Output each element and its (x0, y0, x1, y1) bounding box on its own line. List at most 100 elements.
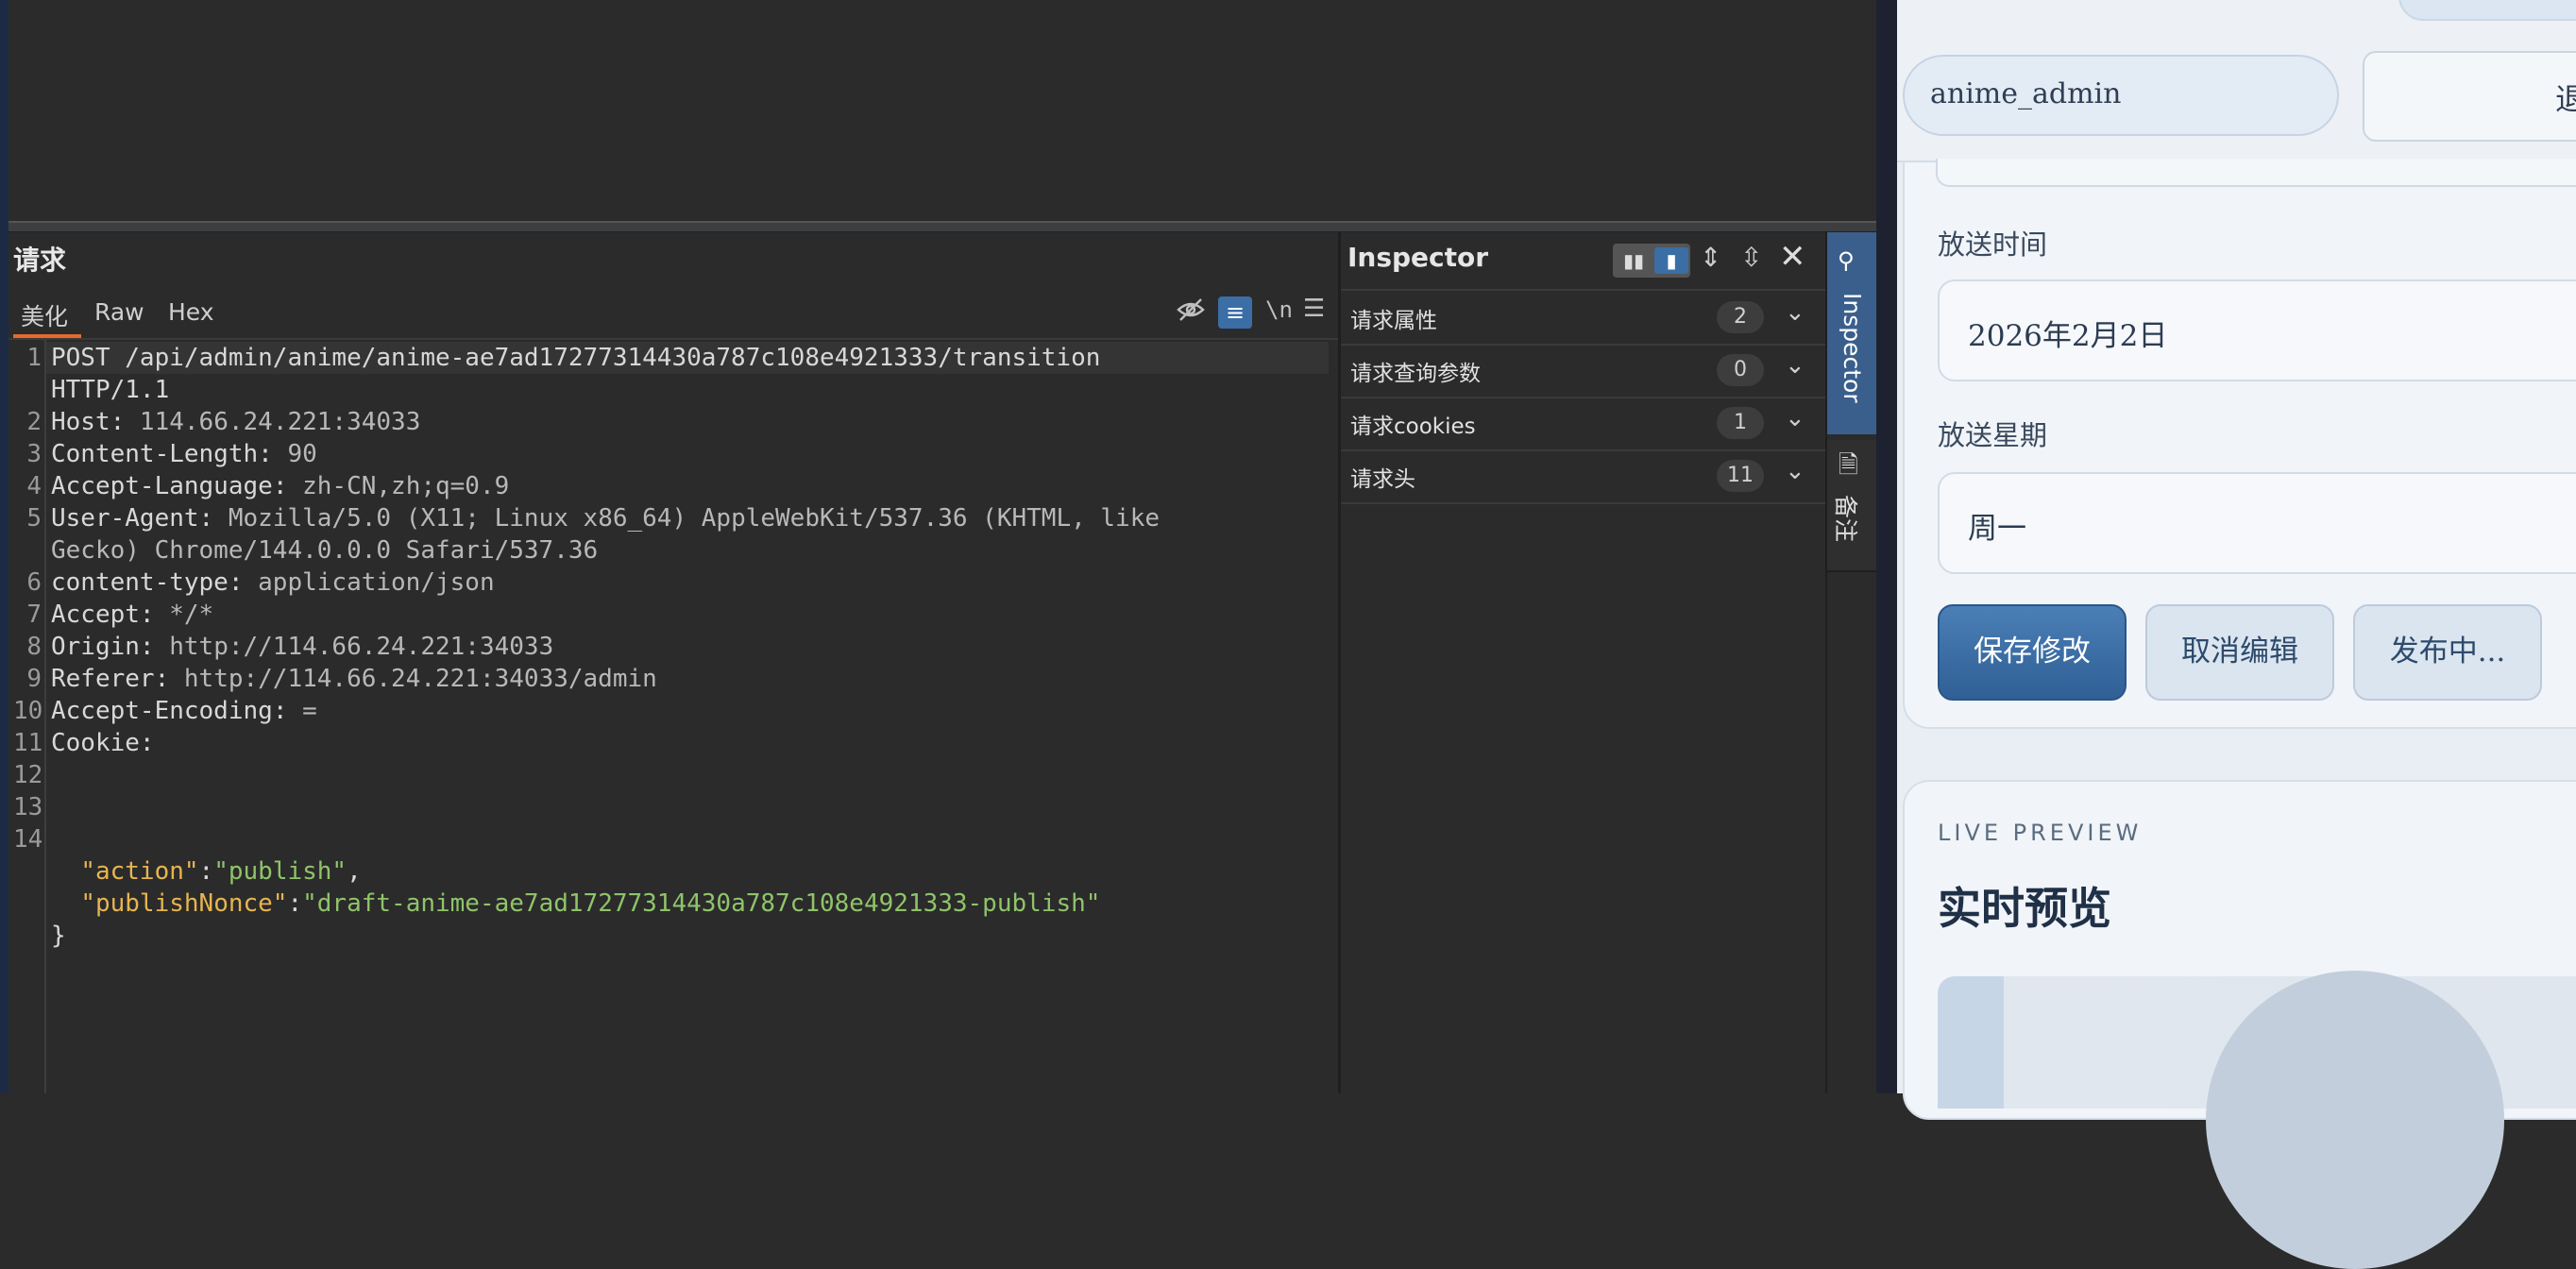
collapse-all-icon[interactable]: ⇳ (1740, 242, 1762, 273)
window-edge (0, 0, 8, 1093)
chevron-down-icon[interactable]: ⌄ (1785, 351, 1805, 380)
menu-icon[interactable]: ☰ (1303, 295, 1325, 323)
air-weekday-label: 放送星期 (1938, 419, 2048, 451)
panel-splitter[interactable] (8, 221, 1876, 232)
document-icon: 🗎 (1839, 451, 1858, 480)
header-line-wrap[interactable]: Gecko) Chrome/144.0.0.0 Safari/537.36 (51, 534, 598, 567)
header-name: Referer (51, 665, 155, 693)
chevron-down-icon[interactable]: ⌄ (1785, 298, 1805, 327)
header-line[interactable]: Accept-Language: zh-CN,zh;q=0.9 (51, 470, 509, 502)
line-number: 3 (26, 440, 42, 468)
header-name: Host (51, 408, 110, 436)
header-name: Origin (51, 633, 140, 661)
inspector-row-label: 请求查询参数 (1350, 362, 1481, 386)
line-number: 7 (26, 601, 42, 629)
header-line[interactable]: Content-Length: 90 (51, 438, 317, 470)
word-wrap-icon[interactable]: ≡ (1218, 296, 1252, 329)
header-line[interactable]: Origin: http://114.66.24.221:34033 (51, 631, 553, 663)
request-line-wrap[interactable]: HTTP/1.1 (51, 374, 169, 406)
inspector-row-label: 请求属性 (1350, 309, 1437, 333)
header-value: 114.66.24.221:34033 (125, 408, 421, 436)
header-name: User-Agent (51, 504, 199, 533)
header-name: Accept (51, 601, 140, 629)
line-number: 10 (13, 697, 43, 725)
layout-split-icon[interactable]: ▮▮ (1617, 247, 1651, 274)
header-line[interactable]: User-Agent: Mozilla/5.0 (X11; Linux x86_… (51, 502, 1160, 534)
header-name: Cookie (51, 729, 140, 757)
header-line[interactable]: Host: 114.66.24.221:34033 (51, 406, 420, 438)
inspector-row-request-attributes[interactable]: 请求属性 2 ⌄ (1341, 291, 1825, 346)
line-number: 8 (26, 633, 42, 661)
line-number: 11 (13, 729, 43, 757)
tab-hex[interactable]: Hex (168, 298, 214, 326)
json-line[interactable]: "action":"publish", (51, 855, 361, 888)
close-icon[interactable]: ✕ (1779, 238, 1806, 276)
publish-button[interactable]: 发布中... (2353, 604, 2542, 701)
tab-raw[interactable]: Raw (94, 298, 144, 326)
line-number: 14 (13, 825, 43, 854)
header-value: application/json (243, 568, 495, 597)
chevron-down-icon[interactable]: ⌄ (1785, 457, 1805, 485)
logout-button[interactable] (2363, 51, 2576, 142)
expand-all-icon[interactable]: ⇕ (1700, 242, 1721, 273)
inspector-title: Inspector (1347, 242, 1489, 273)
side-tab-notes-label: 备注 (1832, 495, 1859, 543)
count-badge: 2 (1717, 301, 1764, 333)
window-gap (1876, 0, 1897, 1093)
line-number: 6 (26, 568, 42, 597)
header-name: content-type (51, 568, 229, 597)
count-badge: 1 (1717, 407, 1764, 439)
line-number: 13 (13, 793, 43, 821)
header-line[interactable]: Cookie: (51, 727, 155, 759)
header-value: 90 (272, 440, 317, 468)
header-value: zh-CN,zh;q=0.9 (287, 472, 510, 500)
request-panel-title: 请求 (13, 245, 67, 276)
header-value: Mozilla/5.0 (X11; Linux x86_64) AppleWeb… (213, 504, 1161, 533)
layout-side-icon[interactable]: ▮ (1654, 247, 1688, 274)
json-close-brace[interactable]: } (51, 920, 66, 952)
chevron-down-icon[interactable]: ⌄ (1785, 404, 1805, 432)
air-date-label: 放送时间 (1938, 228, 2048, 261)
air-weekday-value: 周一 (1968, 512, 2026, 546)
json-value: "draft-anime-ae7ad17277314430a787c108e49… (302, 889, 1101, 918)
show-newlines-toggle[interactable]: \n (1265, 296, 1293, 323)
line-number: 4 (26, 472, 42, 500)
header-line[interactable]: Accept-Encoding: = (51, 695, 317, 727)
side-tab-inspector-label: Inspector (1839, 293, 1866, 403)
tab-pretty[interactable]: 美化 (21, 298, 68, 332)
line-number: 1 (26, 344, 42, 372)
inspector-icon: ⚲ (1838, 247, 1855, 274)
cancel-edit-button[interactable]: 取消编辑 (2145, 604, 2334, 701)
save-button[interactable]: 保存修改 (1938, 604, 2127, 701)
previous-field-box[interactable] (1936, 159, 2576, 187)
inspector-row-label: 请求头 (1350, 467, 1415, 492)
count-badge: 11 (1717, 460, 1764, 492)
header-line[interactable]: Accept: */* (51, 599, 213, 631)
hide-nonprintable-icon[interactable] (1177, 296, 1205, 330)
air-weekday-select[interactable] (1938, 472, 2576, 574)
header-value: http://114.66.24.221:34033/admin (169, 665, 657, 693)
line-number: 9 (26, 665, 42, 693)
inspector-row-headers[interactable]: 请求头 11 ⌄ (1341, 449, 1825, 504)
preview-cover-shape (2206, 971, 2504, 1269)
top-pill-button[interactable] (2398, 0, 2576, 21)
header-name: Content-Length (51, 440, 259, 468)
inspector-row-label: 请求cookies (1350, 415, 1476, 439)
json-value: "publish" (213, 857, 347, 886)
username: anime_admin (1930, 77, 2122, 110)
inspector-row-cookies[interactable]: 请求cookies 1 ⌄ (1341, 397, 1825, 451)
header-name: Accept-Encoding (51, 697, 273, 725)
upper-panel (8, 0, 1876, 221)
request-line[interactable]: POST /api/admin/anime/anime-ae7ad1727731… (51, 342, 1100, 374)
header-line[interactable]: content-type: application/json (51, 567, 495, 599)
json-line[interactable]: "publishNonce":"draft-anime-ae7ad1727731… (51, 888, 1100, 920)
header-line[interactable]: Referer: http://114.66.24.221:34033/admi… (51, 663, 657, 695)
inspector-row-query-params[interactable]: 请求查询参数 0 ⌄ (1341, 344, 1825, 398)
json-key: "action" (80, 857, 199, 886)
line-number: 12 (13, 761, 43, 789)
preview-kicker: LIVE PREVIEW (1938, 820, 2143, 846)
tab-divider (8, 338, 1338, 340)
header-name: Accept-Language (51, 472, 273, 500)
count-badge: 0 (1717, 354, 1764, 386)
header-value: */* (154, 601, 214, 629)
